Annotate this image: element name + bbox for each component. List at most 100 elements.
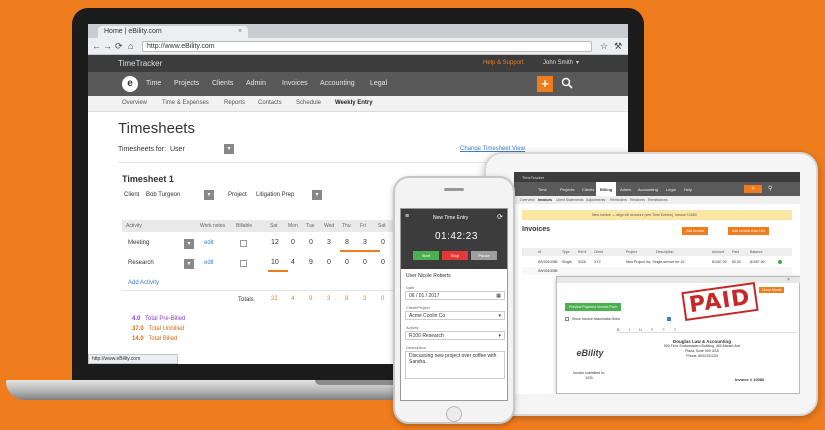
- notes-edit-link[interactable]: edit: [204, 240, 214, 246]
- url-bar[interactable]: http://www.eBility.com: [142, 41, 592, 52]
- subnav-reports[interactable]: Reports: [224, 100, 245, 106]
- subnav-contacts[interactable]: Contacts: [258, 100, 282, 106]
- hours-cell[interactable]: 0: [327, 259, 331, 266]
- modal-close-link[interactable]: Close Modal: [759, 287, 785, 293]
- add-invoice-button[interactable]: Add Invoice: [682, 227, 709, 235]
- nav-legal[interactable]: Legal: [370, 80, 387, 87]
- client-select[interactable]: Bob Turgeon: [146, 192, 180, 198]
- tablet-nav-help[interactable]: Help: [684, 187, 692, 192]
- toolbar: B I U ≡ ≡ ≡: [617, 327, 797, 333]
- hours-cell[interactable]: 0: [345, 259, 349, 266]
- chevron-down-icon[interactable]: ▾: [184, 259, 194, 269]
- hours-cell[interactable]: 8: [345, 239, 349, 246]
- subnav-schedule[interactable]: Schedule: [296, 100, 321, 106]
- timesheets-for-value[interactable]: User: [170, 146, 185, 153]
- checkbox-icon[interactable]: [667, 317, 671, 321]
- help-link[interactable]: Help & Support: [483, 60, 524, 66]
- subnav-time-expenses[interactable]: Time & Expenses: [162, 100, 209, 106]
- description-field[interactable]: Discussing new project over coffee with …: [405, 351, 505, 379]
- forward-arrow-icon[interactable]: →: [103, 41, 112, 51]
- modal-close-button[interactable]: ×: [787, 277, 790, 283]
- refresh-icon[interactable]: ⟳: [497, 213, 503, 221]
- tablet-subtab[interactable]: Overview: [520, 198, 535, 202]
- browser-tab[interactable]: Home | eBility.com ×: [98, 26, 248, 38]
- tablet-nav-admin[interactable]: Admin: [620, 187, 631, 192]
- chevron-down-icon[interactable]: ▾: [224, 144, 234, 154]
- activity-field[interactable]: R100 Research ▾: [405, 331, 505, 340]
- tablet-subtab[interactable]: Client Statements: [556, 198, 584, 202]
- hours-cell[interactable]: 0: [381, 239, 385, 246]
- hours-cell[interactable]: 3: [327, 239, 331, 246]
- project-select[interactable]: Litigation Prep: [256, 192, 294, 198]
- tablet-subtab[interactable]: Adjustments: [586, 198, 605, 202]
- subnav-weekly-entry[interactable]: Weekly Entry: [335, 100, 373, 106]
- chevron-down-icon[interactable]: ▾: [576, 59, 579, 66]
- tablet-subtab[interactable]: Retainers: [630, 198, 645, 202]
- star-icon[interactable]: ☆: [600, 41, 608, 51]
- tablet-subtab[interactable]: Remittances: [648, 198, 667, 202]
- stop-button[interactable]: Stop: [442, 251, 468, 260]
- billable-checkbox[interactable]: [240, 260, 247, 267]
- add-invoice-list-button[interactable]: Add Invoice from List: [728, 227, 769, 235]
- tablet-nav-projects[interactable]: Projects: [560, 187, 574, 192]
- hours-cell[interactable]: 4: [291, 259, 295, 266]
- chevron-down-icon[interactable]: ▾: [204, 190, 214, 200]
- invoice-to-block: Invoice submitted to: ACB: [573, 371, 605, 381]
- show-association-checkbox[interactable]: [565, 317, 569, 321]
- user-name[interactable]: John Smith: [543, 60, 573, 66]
- tablet-nav-accounting[interactable]: Accounting: [638, 187, 658, 192]
- hours-cell[interactable]: 0: [309, 239, 313, 246]
- hours-cell[interactable]: 0: [381, 259, 385, 266]
- calendar-icon[interactable]: ▦: [496, 293, 501, 299]
- nav-invoices[interactable]: Invoices: [282, 80, 308, 87]
- reload-icon[interactable]: ⟳: [115, 41, 123, 51]
- invoice-id[interactable]: INV0010055: [538, 269, 557, 273]
- hours-cell[interactable]: 3: [363, 239, 367, 246]
- phone-home-button[interactable]: [446, 406, 462, 422]
- search-icon: [561, 77, 573, 89]
- preview-payment-button[interactable]: Preview Payment Invoice Form: [565, 303, 622, 311]
- tablet-add-button[interactable]: +: [744, 185, 762, 193]
- date-field[interactable]: 06 / 01 / 2017 ▦: [405, 291, 505, 300]
- search-button[interactable]: [559, 75, 575, 91]
- close-icon[interactable]: ×: [238, 28, 242, 35]
- hours-cell[interactable]: 12: [271, 239, 279, 246]
- tablet-nav-billing[interactable]: Billing: [596, 182, 617, 196]
- add-activity-link[interactable]: Add Activity: [128, 280, 159, 286]
- search-icon[interactable]: ⚲: [768, 185, 772, 192]
- client-field[interactable]: Acme Coolin Co ▾: [405, 311, 505, 320]
- app-logo[interactable]: e: [122, 76, 138, 92]
- nav-clients[interactable]: Clients: [212, 80, 233, 87]
- nav-time[interactable]: Time: [146, 80, 161, 87]
- start-button[interactable]: Start: [413, 251, 439, 260]
- wrench-icon[interactable]: ⚒: [614, 41, 622, 51]
- tablet-nav-time[interactable]: Time: [538, 187, 547, 192]
- tablet-nav-legal[interactable]: Legal: [666, 187, 676, 192]
- description-value: Discussing new project over coffee with …: [409, 353, 497, 365]
- hours-cell[interactable]: 9: [309, 259, 313, 266]
- hours-cell[interactable]: 10: [271, 259, 279, 266]
- add-button[interactable]: +: [537, 76, 553, 92]
- back-arrow-icon[interactable]: ←: [92, 41, 101, 51]
- billable-checkbox[interactable]: [240, 240, 247, 247]
- chevron-down-icon[interactable]: ▾: [184, 239, 194, 249]
- notes-edit-link[interactable]: edit: [204, 260, 214, 266]
- menu-icon[interactable]: ≡: [405, 213, 409, 220]
- tablet-subtab[interactable]: Reminders: [610, 198, 627, 202]
- tablet-nav-clients[interactable]: Clients: [582, 187, 594, 192]
- home-icon[interactable]: ⌂: [128, 41, 133, 51]
- invoice-id[interactable]: INV0010056: [538, 260, 557, 264]
- hours-cell[interactable]: 0: [291, 239, 295, 246]
- nav-accounting[interactable]: Accounting: [320, 80, 355, 87]
- nav-projects[interactable]: Projects: [174, 80, 199, 87]
- table-row[interactable]: INV0010056 Single 0026 XYZ New Project I…: [522, 258, 792, 266]
- hours-cell[interactable]: 0: [363, 259, 367, 266]
- tablet-subtab[interactable]: Invoices: [538, 198, 552, 202]
- chevron-down-icon[interactable]: ▾: [312, 190, 322, 200]
- subnav-overview[interactable]: Overview: [122, 100, 147, 106]
- table-row[interactable]: INV0010055: [522, 267, 792, 275]
- pause-button[interactable]: Pause: [471, 251, 497, 260]
- nav-admin[interactable]: Admin: [246, 80, 266, 87]
- tablet-notice: New invoice — align bill structure (see …: [522, 210, 792, 220]
- col-client: Client: [594, 250, 603, 254]
